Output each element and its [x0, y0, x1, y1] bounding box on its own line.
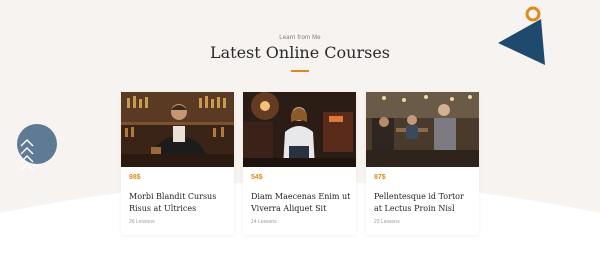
course-price: 87$: [374, 174, 386, 181]
course-card[interactable]: 87$ Pellentesque id Tortor at Lectus Pro…: [366, 92, 479, 235]
woman-portrait-photo[interactable]: [243, 92, 356, 167]
course-lessons: 23 Lessons: [374, 219, 400, 225]
title-underline: [291, 70, 309, 72]
course-title[interactable]: Morbi Blandit Cursus Risus at Ultrices: [129, 191, 229, 215]
course-title[interactable]: Diam Maecenas Enim ut Viverra Aliquet Si…: [251, 191, 351, 215]
courses-section: Learn from Me Latest Online Courses 98$ …: [0, 0, 600, 253]
course-card[interactable]: 98$ Morbi Blandit Cursus Risus at Ultric…: [121, 92, 234, 235]
section-kicker: Learn from Me: [279, 35, 321, 41]
course-price: 98$: [129, 174, 141, 181]
section-title: Latest Online Courses: [209, 43, 391, 62]
course-lessons: 14 Lessons: [251, 219, 277, 225]
course-title[interactable]: Pellentesque id Tortor at Lectus Proin N…: [374, 191, 474, 215]
course-card[interactable]: 54$ Diam Maecenas Enim ut Viverra Alique…: [243, 92, 356, 235]
bartender-photo[interactable]: [121, 92, 234, 167]
course-price: 54$: [251, 174, 263, 181]
circle-chevron-decoration-icon: [17, 124, 57, 171]
cafe-group-photo[interactable]: [366, 92, 479, 167]
course-lessons: 26 Lessons: [129, 219, 155, 225]
